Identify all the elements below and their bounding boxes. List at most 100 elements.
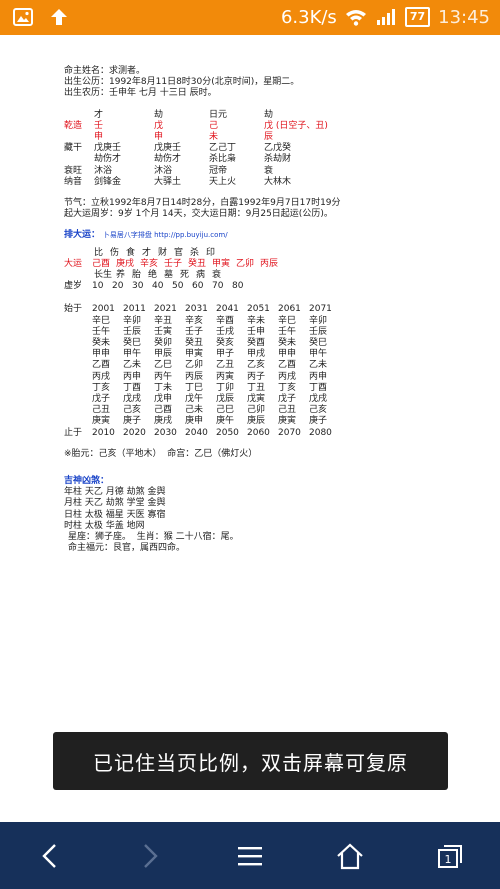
liunian-row: 己丑 己亥 己酉 己未 己巳 己卯 己丑 己亥 [64,405,484,416]
cell: 辛酉 [216,315,235,326]
shensha-line: 日柱 太极 福星 天医 寡宿 [64,509,166,520]
cell: 乙亥 [247,360,266,371]
cell: 乙卯 [185,360,204,371]
tabs-button[interactable]: 1 [430,836,470,876]
cell: 30 [132,281,144,292]
row-label [64,327,92,338]
source-link[interactable]: 卜易居八字排盘 http://pp.buyiju.com/ [103,231,228,239]
cell: 辰 [264,131,274,142]
qiyun-line: 起大运周岁：9岁 1个月 14天，交大运日期：9月25日起运(公历)。 [64,209,333,220]
back-button[interactable] [30,836,70,876]
cell: 癸丑 [185,337,204,348]
cell: 庚戌 [154,416,173,427]
signal-icon [375,6,397,28]
cell: 癸巳 [309,337,328,348]
status-bar: 6.3K/s 77 13:45 [0,0,500,35]
end-years-row: 止于 2010 2020 2030 2040 2050 2060 2070 2080 [64,428,484,439]
cell: 财 [158,247,168,258]
cell: 丁亥 [278,382,297,393]
cell: 甲辰 [154,349,173,360]
cell: 庚辰 [247,416,266,427]
cell: 壬辰 [309,326,328,337]
network-speed: 6.3K/s [280,6,337,28]
liunian-row: 壬午 壬辰 壬寅 壬子 壬戌 壬申 壬午 壬辰 [64,327,484,338]
cell: 乙己丁 [209,143,237,154]
cell: 丁未 [154,382,173,393]
dayun-pillars-row: 大运 己酉 庚戌 辛亥 壬子 癸丑 甲寅 乙卯 丙辰 [64,259,484,270]
cell: 丁卯 [216,382,235,393]
cell: 70 [212,281,224,292]
row-label [64,416,92,427]
cell: 日元 [209,109,228,120]
row-label [64,338,92,349]
cell: 乙戊癸 [264,143,292,154]
shensha-line: 年柱 天乙 月德 劫煞 金舆 [64,487,166,498]
cell: 80 [232,281,244,292]
cell: 绝 [148,269,158,280]
cell: 癸卯 [154,337,173,348]
cell: 己未 [185,405,204,416]
cell: 戊辰 [216,393,235,404]
row-label: 大运 [64,258,83,269]
cell: 印 [206,247,216,258]
cell: 癸未 [92,337,111,348]
cell: 庚寅 [278,416,297,427]
browser-nav-bar: 1 [0,822,500,889]
cell: 庚寅 [92,416,111,427]
cell: 戊寅 [247,393,266,404]
cell: 官 [174,247,184,258]
cell: 大驿土 [154,176,182,187]
cell: 甲申 [92,349,111,360]
cell: 己丑 [278,405,297,416]
cell: 2050 [216,427,239,438]
cell: 甲寅 [185,349,204,360]
cell: 病 [196,269,206,280]
cell: 癸丑 [188,258,207,269]
ten-gods-row: 才 劫 日元 劫 [64,110,484,121]
cell: 乙酉 [278,360,297,371]
cell: 2011 [123,304,146,315]
forward-button[interactable] [130,836,170,876]
menu-button[interactable] [230,836,270,876]
cell: 辛巳 [92,315,111,326]
cell: 己巳 [216,405,235,416]
row-label: 纳音 [64,176,83,187]
cell: 劫伤才 [94,154,122,165]
liunian-table: 始于 2001 2011 2021 2031 2041 2051 2061 2071 辛巳 辛卯 辛丑… [64,304,484,438]
nayin-row: 纳音 剑锋金 大驿土 天上火 大林木 [64,177,484,188]
cell: 伤 [110,247,120,258]
cell: 未 [209,131,219,142]
cell: 戊子 [278,393,297,404]
row-label [64,154,94,165]
cell: 乙未 [309,360,328,371]
cell: 才 [142,247,152,258]
cell: 己亥 [123,405,142,416]
cell: 杀比枭 [209,154,237,165]
cell: 戊子 [92,393,111,404]
cell: 乙卯 [236,258,255,269]
cell: 死 [180,269,190,280]
liunian-row: 癸未 癸巳 癸卯 癸丑 癸亥 癸酉 癸未 癸巳 [64,338,484,349]
cell: 沐浴 [154,165,173,176]
zoom-toast: 已记住当页比例，双击屏幕可复原 [53,732,448,790]
row-label [64,360,92,371]
cell: 沐浴 [94,165,113,176]
cell: 戊戌 [309,393,328,404]
cell: 2021 [154,304,177,315]
cell: 丁酉 [309,382,328,393]
row-label: 虚岁 [64,281,83,292]
cell: 2051 [247,304,270,315]
cell: 丙申 [123,371,142,382]
cell: 庚子 [123,416,142,427]
cell: 庚申 [185,416,204,427]
cell: 胎 [132,269,142,280]
home-button[interactable] [330,836,370,876]
cell: 丙辰 [260,258,279,269]
gallery-icon [12,6,34,28]
cell: 申 [94,131,104,142]
cell: 辛未 [247,315,266,326]
cell: 冠帝 [209,165,228,176]
cell: 养 [116,269,126,280]
cell: 己亥 [309,405,328,416]
cell: 剑锋金 [94,176,122,187]
